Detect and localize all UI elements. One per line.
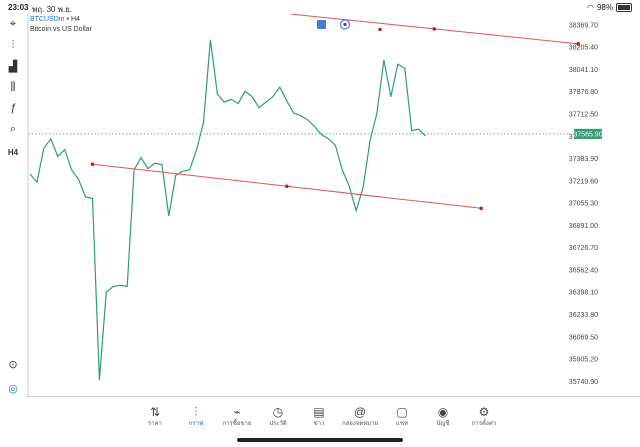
news-icon: ▤: [313, 405, 325, 419]
tab-label: การซื้อขาย: [222, 421, 252, 427]
chart-icon: ⫶: [194, 405, 198, 419]
tab-chat[interactable]: ▢ แชท: [382, 404, 422, 428]
y-tick-label: 37383.90: [569, 156, 598, 163]
tab-news[interactable]: ▤ ข่าว: [299, 404, 339, 428]
tab-label: แชท: [396, 421, 408, 427]
battery-percent: 98%: [596, 3, 613, 12]
y-tick-label: 36233.80: [569, 312, 598, 319]
current-price-label: 37565.90: [573, 131, 602, 138]
tab-history[interactable]: ◷ ประวัติ: [258, 404, 298, 428]
tab-trade[interactable]: ⌁ การซื้อขาย: [217, 404, 257, 428]
timeframe-button[interactable]: H4: [5, 144, 21, 160]
battery-icon: [616, 3, 632, 12]
tab-label: การตั้งค่า: [471, 421, 497, 427]
mailbox-icon: @: [353, 405, 367, 419]
magnifier-icon[interactable]: ⊙: [5, 356, 21, 372]
tab-account[interactable]: ◉ บัญชี: [423, 404, 463, 428]
y-tick-label: 35740.90: [569, 379, 598, 386]
y-tick-label: 37876.80: [569, 89, 598, 96]
y-tick-label: 36398.10: [569, 290, 598, 297]
wifi-icon: ◠: [587, 3, 594, 12]
tab-label: ประวัติ: [269, 421, 287, 427]
trendline-move-icon: [317, 20, 326, 29]
y-tick-label: 37055.30: [569, 201, 598, 208]
y-tick-label: 36069.50: [569, 334, 598, 341]
tab-label: กราฟ: [188, 421, 204, 427]
price-series-line: [29, 39, 427, 381]
trendline-handle: [378, 27, 382, 32]
y-tick-label: 38205.40: [569, 45, 598, 52]
y-tick-label: 38369.70: [569, 22, 598, 29]
time-axis-line: [26, 396, 640, 397]
settings-sliders-icon[interactable]: ⫼: [5, 79, 21, 95]
y-tick-label: 38041.10: [569, 67, 598, 74]
y-tick-label: 36891.00: [569, 223, 598, 230]
trade-icon: ⌁: [233, 405, 241, 419]
bottom-tab-bar: ⇅ ราคา ⫶ กราฟ ⌁ การซื้อขาย ◷ ประวัติ ▤ ข่าว @ กล่อง…: [0, 404, 640, 436]
tab-quotes[interactable]: ⇅ ราคา: [135, 404, 175, 428]
mt-logo-icon[interactable]: ◎: [5, 380, 21, 396]
tab-label: กล่องจดหมาย: [341, 421, 379, 427]
status-right: ◠ 98%: [587, 3, 632, 12]
y-tick-label: 36562.40: [569, 267, 598, 274]
function-icon[interactable]: ƒ: [5, 100, 21, 116]
settings-icon: ⚙: [478, 405, 490, 419]
left-toolbar: ⌖ ⫶ ▟ ⫼ ƒ ⌕ H4 ⊙ ◎: [0, 14, 26, 397]
home-indicator: [237, 438, 403, 442]
status-time: 23:03: [8, 3, 29, 12]
history-icon: ◷: [272, 405, 284, 419]
tab-label: บัญชี: [436, 421, 450, 427]
drawing-tools-icon[interactable]: ⌕: [5, 121, 21, 137]
y-tick-label: 37219.60: [569, 178, 598, 185]
price-chart[interactable]: 38369.70 38205.40 38041.10 37876.80 37712.50…: [26, 14, 602, 396]
chat-icon: ▢: [396, 405, 408, 419]
tab-settings[interactable]: ⚙ การตั้งค่า: [464, 404, 504, 428]
trendline-handle: [284, 184, 289, 189]
tab-label: ราคา: [148, 421, 162, 427]
account-icon: ◉: [437, 405, 449, 419]
y-tick-label: 35905.20: [569, 357, 598, 364]
candlestick-icon[interactable]: ⫶: [5, 37, 21, 53]
trendline-handle: [343, 22, 347, 27]
tab-chart[interactable]: ⫶ กราฟ: [176, 404, 216, 428]
crosshair-icon[interactable]: ⌖: [5, 16, 21, 32]
y-tick-label: 37712.50: [569, 111, 598, 118]
trendline-handle: [90, 162, 95, 167]
y-tick-label: 36726.70: [569, 245, 598, 252]
tab-mailbox[interactable]: @ กล่องจดหมาย: [340, 404, 380, 428]
status-bar: 23:03 พฤ. 30 พ.ย. ◠ 98%: [0, 0, 640, 14]
trendline-handle: [479, 206, 483, 211]
quotes-icon: ⇅: [149, 405, 161, 419]
trendline-handle: [576, 42, 581, 46]
trendline-handle: [432, 27, 437, 31]
tab-label: ข่าว: [313, 421, 325, 427]
volume-icon[interactable]: ▟: [5, 58, 21, 74]
